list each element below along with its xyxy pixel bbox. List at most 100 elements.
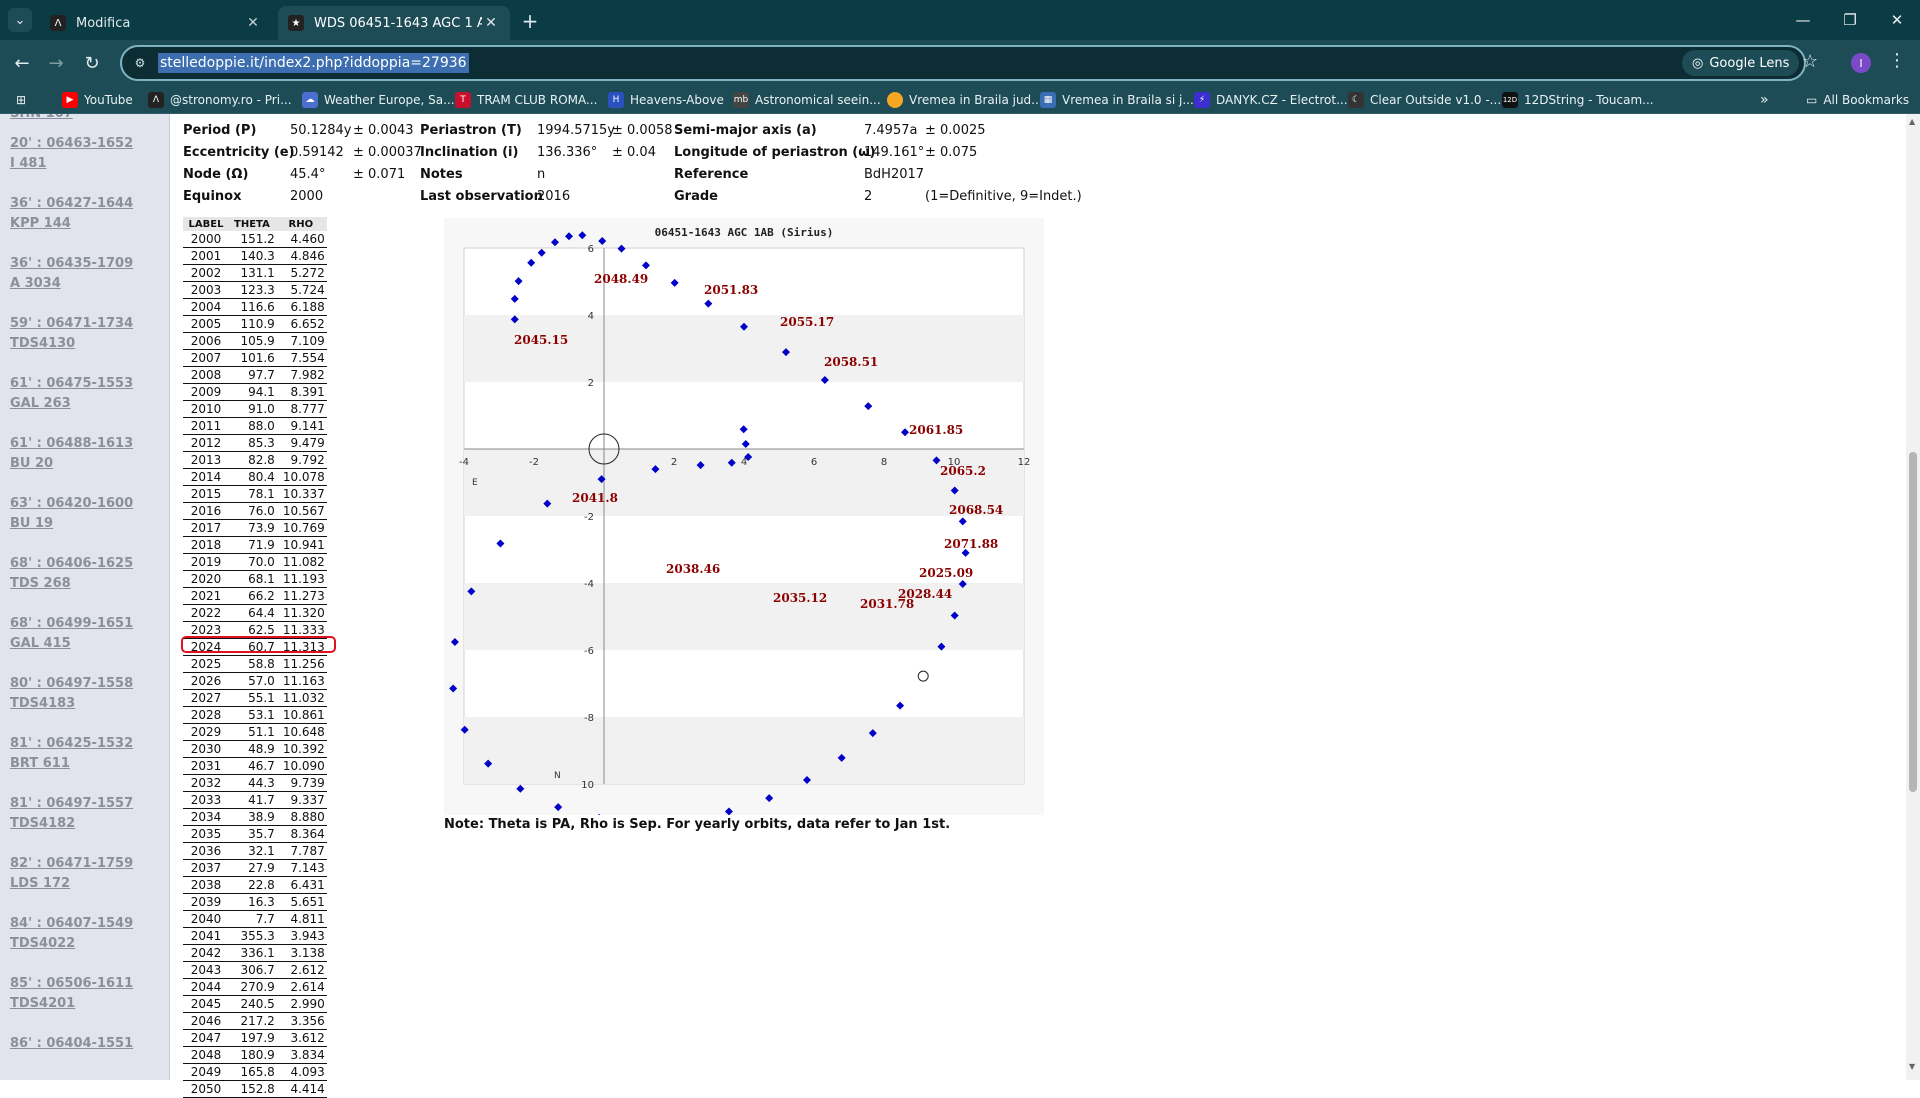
- epoch-label: 2068.54: [949, 503, 1003, 517]
- label-column-header: LABEL: [183, 217, 229, 231]
- orbit-point: [551, 238, 559, 247]
- sidebar-link[interactable]: 68' : 06499-1651: [10, 614, 133, 634]
- sidebar-link[interactable]: BU 20: [10, 454, 53, 474]
- bookmark-vremea-braila-2[interactable]: ▦ Vremea in Braila si j...: [1040, 90, 1194, 110]
- browser-menu-icon[interactable]: ⋮: [1888, 50, 1906, 71]
- row-theta: 85.3: [229, 434, 275, 452]
- sidebar-link[interactable]: TDS4182: [10, 814, 75, 834]
- row-rho: 11.163: [274, 672, 327, 690]
- restore-button[interactable]: ❐: [1827, 0, 1873, 40]
- x-tick-label: 8: [881, 457, 887, 468]
- row-label: 2034: [183, 808, 229, 826]
- sidebar-link[interactable]: 68' : 06406-1625: [10, 554, 133, 574]
- y-tick-label: -8: [584, 713, 594, 724]
- address-bar[interactable]: ⚙ stelledoppie.it/index2.php?iddoppia=27…: [120, 45, 1818, 81]
- sidebar-link[interactable]: 84' : 06407-1549: [10, 914, 133, 934]
- new-tab-button[interactable]: +: [518, 9, 542, 33]
- tab-favicon-icon: Λ: [50, 15, 66, 31]
- bookmark-vremea-braila-1[interactable]: Vremea in Braila jud...: [887, 90, 1043, 110]
- row-label: 2005: [183, 315, 229, 333]
- minimize-button[interactable]: —: [1780, 0, 1826, 40]
- sidebar-link[interactable]: KPP 144: [10, 214, 71, 234]
- bookmark-clear-outside[interactable]: ☾ Clear Outside v1.0 -...: [1348, 90, 1501, 110]
- sidebar-link[interactable]: 59' : 06471-1734: [10, 314, 133, 334]
- bookmark-heavens-above[interactable]: H Heavens-Above: [608, 90, 724, 110]
- bookmark-weather-europe[interactable]: ☁ Weather Europe, Sa...: [302, 90, 455, 110]
- table-row: 2036 32.1 7.787: [183, 842, 327, 860]
- bookmark-tram-club[interactable]: T TRAM CLUB ROMA...: [455, 90, 597, 110]
- sidebar-link[interactable]: 61' : 06475-1553: [10, 374, 133, 394]
- forward-button[interactable]: →: [42, 49, 70, 77]
- sidebar-link[interactable]: 36' : 06435-1709: [10, 254, 133, 274]
- all-bookmarks-button[interactable]: ▭ All Bookmarks: [1806, 90, 1909, 110]
- sidebar-link[interactable]: 80' : 06497-1558: [10, 674, 133, 694]
- sidebar-link[interactable]: TDS4130: [10, 334, 75, 354]
- scroll-up-icon[interactable]: ▲: [1909, 117, 1915, 126]
- bookmark-astronomy-ro[interactable]: Λ @stronomy.ro - Pri...: [148, 90, 292, 110]
- bookmark-label: Weather Europe, Sa...: [324, 93, 455, 107]
- sidebar-link[interactable]: 85' : 06506-1611: [10, 974, 133, 994]
- close-tab-icon[interactable]: ✕: [482, 15, 500, 31]
- sidebar-link[interactable]: 20' : 06463-1652: [10, 134, 133, 154]
- scrollbar-thumb[interactable]: [1909, 452, 1917, 792]
- apps-grid-icon[interactable]: ⊞: [16, 90, 26, 110]
- sidebar-link[interactable]: GAL 415: [10, 634, 71, 654]
- row-rho: 11.082: [274, 553, 327, 571]
- close-window-button[interactable]: ✕: [1874, 0, 1920, 40]
- sidebar-link[interactable]: 63' : 06420-1600: [10, 494, 133, 514]
- table-row: 2012 85.3 9.479: [183, 434, 327, 452]
- sidebar-link[interactable]: TDS4022: [10, 934, 75, 954]
- sidebar-link[interactable]: TDS 268: [10, 574, 71, 594]
- bookmark-star-icon[interactable]: ☆: [1802, 51, 1818, 72]
- reload-button[interactable]: ↻: [78, 49, 106, 77]
- more-bookmarks-icon[interactable]: »: [1760, 90, 1769, 110]
- row-theta: 355.3: [229, 927, 275, 945]
- back-button[interactable]: ←: [8, 49, 36, 77]
- sidebar-link[interactable]: BU 19: [10, 514, 53, 534]
- profile-avatar[interactable]: I: [1851, 53, 1871, 73]
- close-tab-icon[interactable]: ✕: [244, 15, 262, 31]
- sidebar-link[interactable]: BRT 611: [10, 754, 70, 774]
- orbit-chart-svg: 06451-1643 AGC 1AB (Sirius) -4 -2 2 4 6 8 10 12 6…: [449, 226, 1030, 815]
- tab-search-button[interactable]: ⌄: [8, 8, 32, 32]
- site-info-icon[interactable]: ⚙: [130, 53, 150, 73]
- epoch-label: 2051.83: [704, 283, 758, 297]
- table-row: 2004 116.6 6.188: [183, 298, 327, 316]
- node-error: ± 0.071: [353, 167, 406, 182]
- sidebar-link[interactable]: 86' : 06404-1551: [10, 1034, 133, 1054]
- row-theta: 180.9: [229, 1046, 275, 1064]
- row-label: 2009: [183, 383, 229, 401]
- row-label: 2041: [183, 927, 229, 945]
- sidebar-link[interactable]: 36' : 06427-1644: [10, 194, 133, 214]
- table-row: 2037 27.9 7.143: [183, 859, 327, 877]
- url-text[interactable]: stelledoppie.it/index2.php?iddoppia=2793…: [158, 53, 469, 73]
- sidebar-link[interactable]: 61' : 06488-1613: [10, 434, 133, 454]
- bookmark-label: Astronomical seein...: [755, 93, 881, 107]
- sidebar-link[interactable]: TDS4201: [10, 994, 75, 1014]
- table-row: 2049 165.8 4.093: [183, 1063, 327, 1081]
- scroll-down-icon[interactable]: ▼: [1909, 1062, 1915, 1071]
- row-rho: 4.093: [274, 1063, 327, 1081]
- bookmark-12dstring[interactable]: 12D 12DString - Toucam...: [1502, 90, 1654, 110]
- sidebar-link[interactable]: 81' : 06425-1532: [10, 734, 133, 754]
- tab-wds[interactable]: ★ WDS 06451-1643 AGC 1 AB (Sir ✕: [278, 6, 510, 40]
- sidebar-link[interactable]: A 3034: [10, 274, 61, 294]
- tab-modifica[interactable]: Λ Modifica ✕: [40, 6, 272, 40]
- sidebar-link[interactable]: 81' : 06497-1557: [10, 794, 133, 814]
- orbit-point: [578, 231, 587, 240]
- sidebar-link[interactable]: GAL 263: [10, 394, 71, 414]
- sidebar-link[interactable]: LDS 172: [10, 874, 70, 894]
- sidebar-link[interactable]: TDS4183: [10, 694, 75, 714]
- bookmark-label: Vremea in Braila jud...: [909, 93, 1043, 107]
- bookmark-youtube[interactable]: ▶ YouTube: [62, 90, 133, 110]
- google-lens-button[interactable]: ◎ Google Lens: [1682, 50, 1800, 76]
- bookmark-astronomical-seeing[interactable]: mb Astronomical seein...: [733, 90, 881, 110]
- page-scrollbar[interactable]: ▲ ▼: [1906, 114, 1920, 1080]
- sidebar-link[interactable]: SHN 107: [10, 114, 73, 124]
- sidebar-link[interactable]: I 481: [10, 154, 47, 174]
- row-theta: 35.7: [229, 825, 275, 843]
- table-row: 2021 66.2 11.273: [183, 587, 327, 605]
- bookmark-danyk[interactable]: ⚡ DANYK.CZ - Electrot...: [1194, 90, 1348, 110]
- epoch-label: 2041.8: [572, 491, 618, 505]
- sidebar-link[interactable]: 82' : 06471-1759: [10, 854, 133, 874]
